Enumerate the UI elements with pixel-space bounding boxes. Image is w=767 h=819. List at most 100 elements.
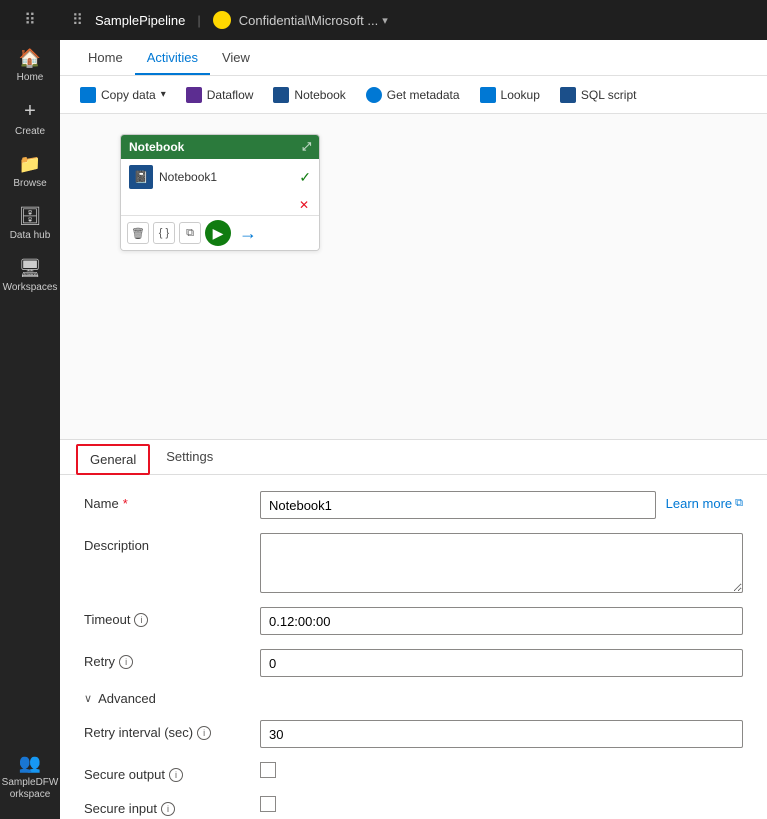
sql-icon [560,87,576,103]
learn-more-link[interactable]: Learn more ⧉ [666,491,743,511]
advanced-chevron-icon: ∨ [84,692,92,705]
retry-info-icon: i [119,655,133,669]
properties-panel: General Settings Name * Learn mo [60,439,767,819]
notebook-activity-name: Notebook1 [159,170,293,184]
activity-toolbar: Copy data ▾ Dataflow Notebook Get metada… [60,76,767,114]
timeout-info-icon: i [134,613,148,627]
metadata-icon [366,87,382,103]
secure-output-field [260,762,743,778]
notebook-activity-icon: 📓 [129,165,153,189]
timeout-input[interactable] [260,607,743,635]
node-toolbar: 🗑 { } ⧉ ▶ → [121,215,319,250]
sidebar-top: ⠿ [0,0,60,40]
secure-output-info-icon: i [169,768,183,782]
node-status-row: ✕ [121,195,319,215]
secure-input-checkbox[interactable] [260,796,276,812]
pipeline-canvas: Notebook ⤢ 📓 Notebook1 ✓ ✕ 🗑 { } [120,134,320,251]
sidebar: ⠿ 🏠 Home + Create 📁 Browse 🗄 Data hub 🖥 … [0,0,60,819]
name-required-star: * [123,496,128,511]
secure-input-field [260,796,743,812]
sidebar-label-home: Home [17,72,44,84]
sidebar-item-browse[interactable]: 📁 Browse [0,146,60,198]
dataflow-label: Dataflow [207,88,254,102]
retry-interval-field [260,720,743,748]
secure-output-label: Secure output i [84,762,244,782]
description-input[interactable] [260,533,743,593]
advanced-label: Advanced [98,691,156,706]
browse-icon: 📁 [19,154,41,175]
props-row-secure-output: Secure output i [84,762,743,782]
retry-input[interactable] [260,649,743,677]
node-run-button[interactable]: ▶ [205,220,231,246]
sampledfw-icon: 👥 [19,753,41,774]
sql-script-label: SQL script [581,88,637,102]
topbar-grid-icon: ⠿ [72,11,83,29]
sidebar-item-home[interactable]: 🏠 Home [0,40,60,92]
copy-data-label: Copy data [101,88,156,102]
lookup-button[interactable]: Lookup [472,83,548,107]
secure-output-checkbox[interactable] [260,762,276,778]
node-delete-button[interactable]: 🗑 [127,222,149,244]
copy-data-button[interactable]: Copy data ▾ [72,83,174,107]
sidebar-item-sampledfw[interactable]: 👥 SampleDFW orkspace [0,745,60,809]
props-tab-bar: General Settings [60,440,767,475]
main-area: ⠿ SamplePipeline | Confidential\Microsof… [60,0,767,819]
notebook-node[interactable]: Notebook ⤢ 📓 Notebook1 ✓ ✕ 🗑 { } [120,134,320,251]
node-error-icon: ✕ [299,198,309,212]
secure-input-info-icon: i [161,802,175,816]
tab-home[interactable]: Home [76,42,135,75]
timeout-field [260,607,743,635]
topbar-chevron-icon[interactable]: ▾ [382,14,388,27]
tab-activities[interactable]: Activities [135,42,210,75]
sql-script-button[interactable]: SQL script [552,83,645,107]
retry-interval-label: Retry interval (sec) i [84,720,244,740]
notebook-node-header: Notebook ⤢ [121,135,319,159]
name-input[interactable] [260,491,656,519]
get-metadata-button[interactable]: Get metadata [358,83,468,107]
sidebar-label-datahub: Data hub [10,230,51,242]
topbar-workspace-name: Confidential\Microsoft ... ▾ [239,13,388,28]
dataflow-button[interactable]: Dataflow [178,83,262,107]
workspaces-icon: 🖥 [19,258,42,279]
props-tab-general[interactable]: General [76,444,150,475]
create-icon: + [24,100,36,123]
node-copy-button[interactable]: ⧉ [179,222,201,244]
description-field [260,533,743,593]
props-content: Name * Learn more ⧉ Description [60,475,767,819]
lookup-label: Lookup [501,88,540,102]
retry-interval-input[interactable] [260,720,743,748]
node-json-button[interactable]: { } [153,222,175,244]
advanced-section[interactable]: ∨ Advanced [84,691,743,706]
description-label: Description [84,533,244,553]
sidebar-item-workspaces[interactable]: 🖥 Workspaces [0,250,60,302]
retry-field [260,649,743,677]
sidebar-label-browse: Browse [13,178,46,190]
home-icon: 🏠 [19,48,41,69]
node-next-button[interactable]: → [239,223,257,244]
props-row-retry: Retry i [84,649,743,677]
node-success-icon: ✓ [299,169,311,186]
topbar: ⠿ SamplePipeline | Confidential\Microsof… [60,0,767,40]
sidebar-item-create[interactable]: + Create [0,92,60,146]
expand-icon[interactable]: ⤢ [302,141,311,154]
external-link-icon: ⧉ [735,497,743,510]
props-tab-settings[interactable]: Settings [154,440,225,475]
topbar-separator: | [197,13,200,28]
nav-tabs: Home Activities View [60,40,767,76]
sidebar-item-datahub[interactable]: 🗄 Data hub [0,198,60,250]
timeout-label: Timeout i [84,607,244,627]
copy-data-chevron-icon: ▾ [161,89,166,100]
get-metadata-label: Get metadata [387,88,460,102]
topbar-pipeline-name: SamplePipeline [95,13,185,28]
retry-interval-info-icon: i [197,726,211,740]
tab-view[interactable]: View [210,42,262,75]
retry-label: Retry i [84,649,244,669]
dataflow-icon [186,87,202,103]
notebook-label: Notebook [294,88,345,102]
pipeline-canvas-area: Notebook ⤢ 📓 Notebook1 ✓ ✕ 🗑 { } [60,114,767,439]
sidebar-label-create: Create [15,126,45,138]
copy-data-icon [80,87,96,103]
grid-icon: ⠿ [24,10,36,30]
notebook-node-title: Notebook [129,140,184,154]
notebook-button[interactable]: Notebook [265,83,353,107]
